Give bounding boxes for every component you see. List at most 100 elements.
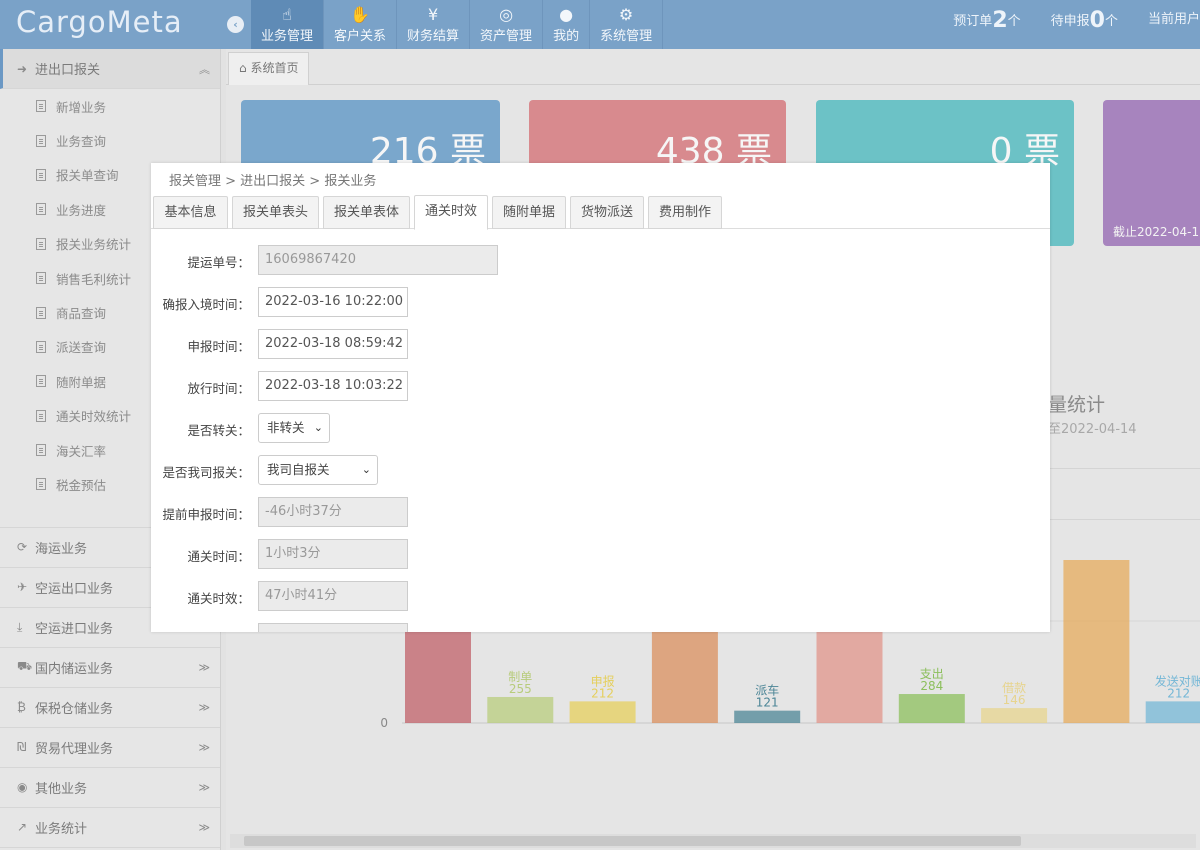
hand-pointer-icon: ☝ [282,5,292,24]
y-tick-label: 0 [380,716,388,730]
bitcoin-icon: ₿ [17,700,26,715]
chart-bar [569,701,636,723]
nav-system[interactable]: ⚙ 系统管理 [590,0,664,49]
chart-bar [898,694,965,723]
line-chart-icon: ↗ [17,820,28,835]
top-bar: CargoMeta ‹ ☝ 业务管理 ✋ 客户关系 ¥ 财务结算 ◎ 资产管理 ● 我的 … [0,0,1200,49]
sidebar-section-import-export[interactable]: ➜ 进出口报关 ︽ [0,49,220,89]
bar-value-label: 255 [509,682,532,696]
gear-icon: ⚙ [618,5,634,24]
clearance-efficiency-field[interactable]: 47小时41分 [258,581,408,611]
chart-title: 量统计 [1048,394,1106,416]
user-icon: ● [559,5,574,24]
nav-customer[interactable]: ✋ 客户关系 [324,0,398,49]
collapse-sidebar-icon[interactable]: ‹ [227,16,244,33]
self-declare-select[interactable]: 我司自报关 ⌄ [258,455,378,485]
transfer-select[interactable]: 非转关 ⌄ [258,413,330,443]
tab-clearance-time[interactable]: 通关时效 [414,195,488,230]
bar-name-label: 申报 [591,673,615,688]
row-advance-time: 提前申报时间： -46小时37分 [151,497,1050,527]
app-logo[interactable]: CargoMeta [16,5,183,39]
next-field[interactable] [258,623,408,632]
advance-time-field[interactable]: -46小时37分 [258,497,408,527]
document-icon [36,237,46,250]
basketball-icon: ◎ [499,5,514,24]
tab-decl-header[interactable]: 报关单表头 [232,196,319,229]
document-icon [36,375,46,388]
tab-basic-info[interactable]: 基本信息 [153,196,228,229]
handshake-icon: ✋ [350,5,370,24]
document-icon [36,168,46,181]
declare-time-field[interactable]: 2022-03-18 08:59:42 [258,329,408,359]
chevron-down-icon: ≫ [198,660,210,674]
row-declare-time: 申报时间： 2022-03-18 08:59:42 [151,329,1050,359]
yen-icon: ¥ [427,5,439,24]
bar-value-label: 146 [1003,693,1026,707]
customs-business-dialog: 报关管理 > 进出口报关 > 报关业务 基本信息 报关单表头 报关单表体 通关时… [151,163,1050,632]
tab-decl-body[interactable]: 报关单表体 [323,196,410,229]
nav-finance[interactable]: ¥ 财务结算 [397,0,471,49]
row-clearance-time: 通关时间： 1小时3分 [151,539,1050,569]
tab-delivery[interactable]: 货物派送 [570,196,644,229]
row-entry-time: 确报入境时间： 2022-03-16 10:22:00 [151,287,1050,317]
bill-no-field[interactable]: 16069867420 [258,245,498,275]
document-icon [36,203,46,216]
nav-assets[interactable]: ◎ 资产管理 [470,0,544,49]
chevron-down-icon: ⌄ [361,463,371,476]
download-icon: ⤓ [17,619,23,634]
tab-attachments[interactable]: 随附单据 [492,196,566,229]
document-icon [36,134,46,147]
scroll-thumb[interactable] [244,836,1021,846]
document-icon [36,444,46,457]
entry-time-field[interactable]: 2022-03-16 10:22:00 [258,287,408,317]
chevron-down-icon: ≫ [198,780,210,794]
chart-bar [1145,701,1200,723]
sidebar-item[interactable]: 业务查询 [0,123,220,157]
nav-mine[interactable]: ● 我的 [543,0,591,49]
bar-name-label: 发送对账 [1155,673,1200,688]
bar-value-label: 212 [1167,686,1190,700]
nav-business[interactable]: ☝ 业务管理 [251,0,325,49]
tab-home[interactable]: ⌂ 系统首页 [228,52,310,85]
spotify-icon: ◉ [17,780,28,795]
chart-bar [487,696,554,723]
bar-name-label: 支出 [920,667,944,681]
sidebar-section-stats[interactable]: ↗ 业务统计 ≫ [0,808,220,848]
sidebar-section-domestic[interactable]: ⛟ 国内储运业务 ≫ [0,648,220,688]
sign-in-icon: ➜ [17,61,28,76]
stat-card-4[interactable]: 截止2022-04-1 [1103,100,1200,246]
truck-icon: ⛟ [17,659,33,674]
row-transfer: 是否转关： 非转关 ⌄ [151,413,1050,443]
chevron-down-icon: ≫ [198,700,210,714]
horizontal-scrollbar[interactable] [230,834,1196,848]
chevron-up-icon: ︽ [199,62,210,76]
stat-caption: 截止2022-04-1 [1113,225,1200,239]
chevron-down-icon: ≫ [198,740,210,754]
pending-declare[interactable]: 待申报0个 [1051,8,1118,33]
chevron-down-icon: ⌄ [313,421,323,434]
tab-fees[interactable]: 费用制作 [648,196,722,229]
home-icon: ⌂ [239,61,247,75]
bar-value-label: 121 [756,696,779,710]
document-icon [36,100,46,113]
chart-bar [1063,560,1130,723]
document-icon [36,478,46,491]
sidebar-section-trade[interactable]: ₪ 贸易代理业务 ≫ [0,728,220,768]
page-tab-bar: ⌂ 系统首页 [226,49,1200,85]
sidebar-section-bonded[interactable]: ₿ 保税仓储业务 ≫ [0,688,220,728]
release-time-field[interactable]: 2022-03-18 10:03:22 [258,371,408,401]
chart-subtitle: 至2022-04-14 [1048,422,1137,437]
current-user[interactable]: 当前用户 [1148,8,1200,33]
sidebar-section-other[interactable]: ◉ 其他业务 ≫ [0,768,220,808]
chevron-down-icon: ≫ [198,820,210,834]
chart-bar [734,710,801,723]
shekel-icon: ₪ [17,740,27,755]
pending-orders[interactable]: 预订单2个 [953,8,1020,33]
bar-value-label: 284 [920,679,943,693]
clearance-time-field[interactable]: 1小时3分 [258,539,408,569]
row-next-field [151,623,1050,632]
top-status: 预订单2个 待申报0个 当前用户 [953,8,1200,33]
row-bill-no: 提运单号： 16069867420 [151,245,1050,275]
main-nav: ☝ 业务管理 ✋ 客户关系 ¥ 财务结算 ◎ 资产管理 ● 我的 ⚙ 系统管理 [251,0,664,49]
sidebar-item[interactable]: 新增业务 [0,89,220,123]
